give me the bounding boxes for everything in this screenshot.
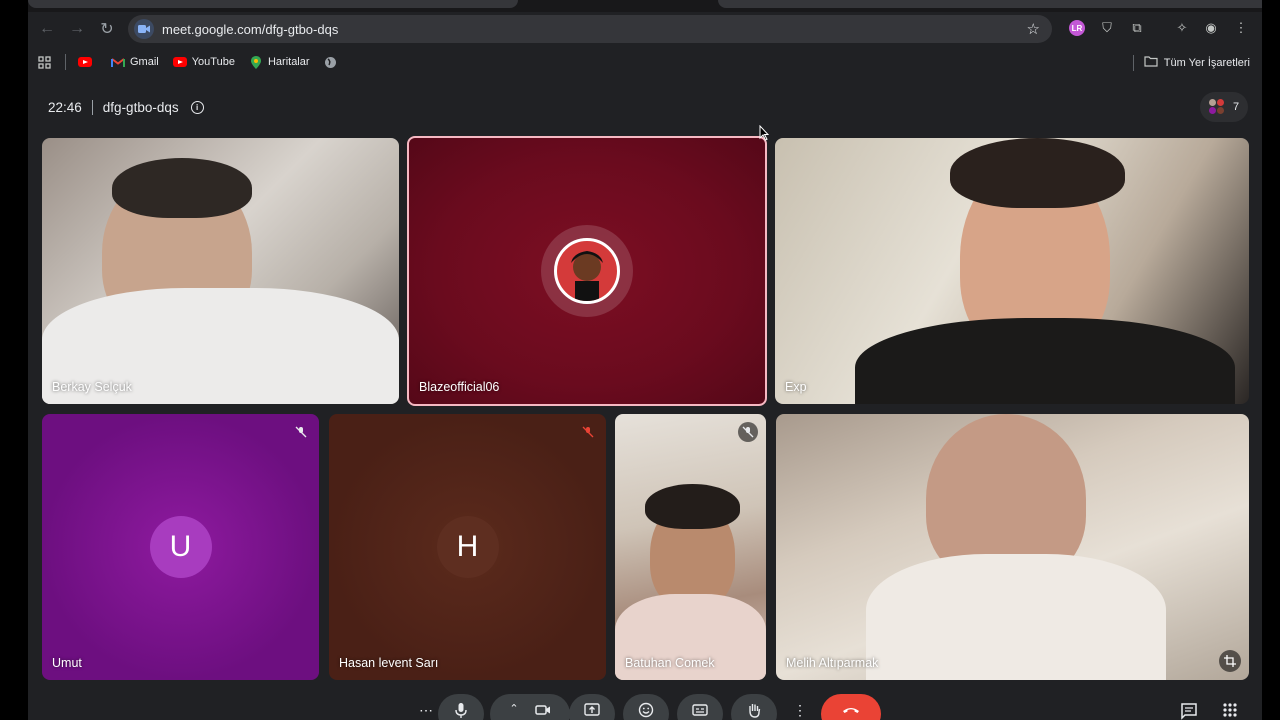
- bookmarks-divider: [65, 54, 66, 70]
- info-icon[interactable]: i: [190, 101, 204, 114]
- participant-name: Berkay Selçuk: [52, 380, 132, 394]
- meeting-code: dfg-gtbo-dqs: [102, 100, 179, 115]
- avatar: H: [436, 516, 499, 578]
- leave-call-button[interactable]: [821, 694, 881, 720]
- bookmark-gmail[interactable]: Gmail: [111, 55, 159, 69]
- raise-hand-icon: [749, 704, 761, 718]
- meeting-time: 22:46: [48, 100, 82, 115]
- raise-hand-button[interactable]: [731, 694, 777, 720]
- video-feed: [112, 158, 252, 218]
- present-screen-button[interactable]: [569, 694, 615, 720]
- browser-tab[interactable]: [28, 0, 518, 8]
- address-bar[interactable]: meet.google.com/dfg-gtbo-dqs ☆: [128, 15, 1052, 43]
- video-feed: [645, 484, 740, 529]
- all-bookmarks-button[interactable]: Tüm Yer İşaretleri: [1132, 55, 1250, 71]
- activities-grid-icon[interactable]: [1222, 702, 1238, 720]
- profile-initials: LR: [1069, 20, 1085, 36]
- people-avatars-icon: [1208, 99, 1225, 115]
- participant-tile[interactable]: H Hasan levent Sarı: [329, 414, 606, 680]
- captions-button[interactable]: [677, 694, 723, 720]
- shield-extension-icon[interactable]: ⛉: [1096, 17, 1118, 39]
- meeting-details: 22:46 dfg-gtbo-dqs i: [48, 100, 204, 115]
- participant-name: Exp: [785, 380, 807, 394]
- participant-name: Batuhan Comek: [625, 656, 715, 670]
- participant-tile[interactable]: Batuhan Comek: [615, 414, 766, 680]
- bookmark-globe[interactable]: [324, 55, 343, 69]
- meet-stage: 22:46 dfg-gtbo-dqs i 7 Berkay Selçuk Bla…: [28, 78, 1262, 720]
- bookmark-maps[interactable]: Haritalar: [249, 55, 310, 69]
- participant-tile[interactable]: U Umut: [42, 414, 319, 680]
- browser-tab[interactable]: [718, 0, 1262, 8]
- video-feed: [950, 138, 1125, 208]
- browser-menu-icon[interactable]: ⋮: [1230, 17, 1252, 39]
- more-vert-icon: ⋮: [793, 702, 807, 718]
- globe-icon: [324, 55, 338, 69]
- participant-name: Melih Altıparmak: [786, 656, 879, 670]
- reactions-button[interactable]: [623, 694, 669, 720]
- muted-mic-icon: [738, 422, 758, 442]
- camera-icon: [534, 705, 550, 715]
- captions-icon: [692, 704, 708, 716]
- video-feed: [855, 318, 1235, 404]
- forward-button[interactable]: →: [62, 14, 92, 44]
- meet-site-icon: [134, 19, 154, 39]
- participant-tile[interactable]: Exp: [775, 138, 1249, 404]
- participant-tile[interactable]: Melih Altıparmak: [776, 414, 1249, 680]
- mouse-cursor-icon: [759, 125, 769, 141]
- bookmark-label: Gmail: [130, 56, 159, 68]
- youtube-icon: [78, 57, 92, 67]
- bookmarks-divider: [1132, 55, 1134, 71]
- extensions-puzzle-icon[interactable]: ⧉: [1126, 17, 1148, 39]
- hang-up-icon: [843, 708, 859, 713]
- participant-name: Hasan levent Sarı: [339, 656, 439, 670]
- participant-tile[interactable]: Berkay Selçuk: [42, 138, 399, 404]
- browser-toolbar: ← → ↻ meet.google.com/dfg-gtbo-dqs ☆ LR …: [28, 12, 1262, 46]
- bookmarks-bar: Gmail YouTube Haritalar Tüm Yer İşaretle…: [28, 48, 1262, 76]
- camera-button[interactable]: ⌃: [490, 694, 570, 720]
- bookmark-label: YouTube: [191, 56, 235, 68]
- performance-icon[interactable]: ✧: [1171, 17, 1193, 39]
- url-text: meet.google.com/dfg-gtbo-dqs: [162, 21, 339, 37]
- folder-icon: [1144, 56, 1158, 70]
- account-icon[interactable]: ◉: [1200, 17, 1222, 39]
- back-button[interactable]: ←: [32, 14, 62, 44]
- gmail-icon: [111, 55, 125, 69]
- microphone-button[interactable]: [438, 694, 484, 720]
- tab-strip: [28, 0, 1262, 12]
- more-actions-button[interactable]: ⋮: [785, 694, 815, 720]
- participant-count: 7: [1232, 101, 1240, 113]
- youtube-icon: [172, 57, 187, 67]
- muted-mic-icon: [578, 422, 598, 442]
- call-controls: ⋯ ⌃ ⋮: [28, 692, 1262, 720]
- muted-mic-icon: [291, 422, 311, 442]
- microphone-icon: [455, 703, 467, 718]
- bookmark-youtube-shortcut[interactable]: [78, 55, 97, 69]
- bookmark-youtube[interactable]: YouTube: [172, 55, 235, 69]
- emoji-icon: [638, 702, 654, 718]
- participants-button[interactable]: 7: [1200, 92, 1248, 122]
- avatar: [554, 238, 620, 304]
- chat-icon[interactable]: [1180, 702, 1198, 720]
- browser-chrome: ← → ↻ meet.google.com/dfg-gtbo-dqs ☆ LR …: [28, 0, 1262, 78]
- participant-name: Umut: [52, 656, 82, 670]
- crop-icon[interactable]: [1219, 650, 1241, 672]
- more-dots-icon: ⋯: [419, 702, 433, 718]
- all-bookmarks-label: Tüm Yer İşaretleri: [1163, 57, 1250, 69]
- chevron-up-icon: ⌃: [509, 703, 519, 715]
- video-feed: [866, 554, 1166, 680]
- bookmark-label: Haritalar: [267, 56, 310, 68]
- apps-grid-icon[interactable]: [38, 55, 51, 69]
- maps-pin-icon: [249, 55, 263, 69]
- participant-name: Blazeofficial06: [419, 380, 500, 394]
- present-screen-icon: [584, 703, 600, 716]
- participant-tile-active-speaker[interactable]: Blazeofficial06: [407, 136, 767, 406]
- profile-extension-icon[interactable]: LR: [1066, 17, 1088, 39]
- reload-button[interactable]: ↻: [92, 14, 122, 44]
- meeting-divider: [91, 100, 93, 115]
- avatar: U: [149, 516, 212, 578]
- bookmark-star-icon[interactable]: ☆: [1027, 20, 1040, 38]
